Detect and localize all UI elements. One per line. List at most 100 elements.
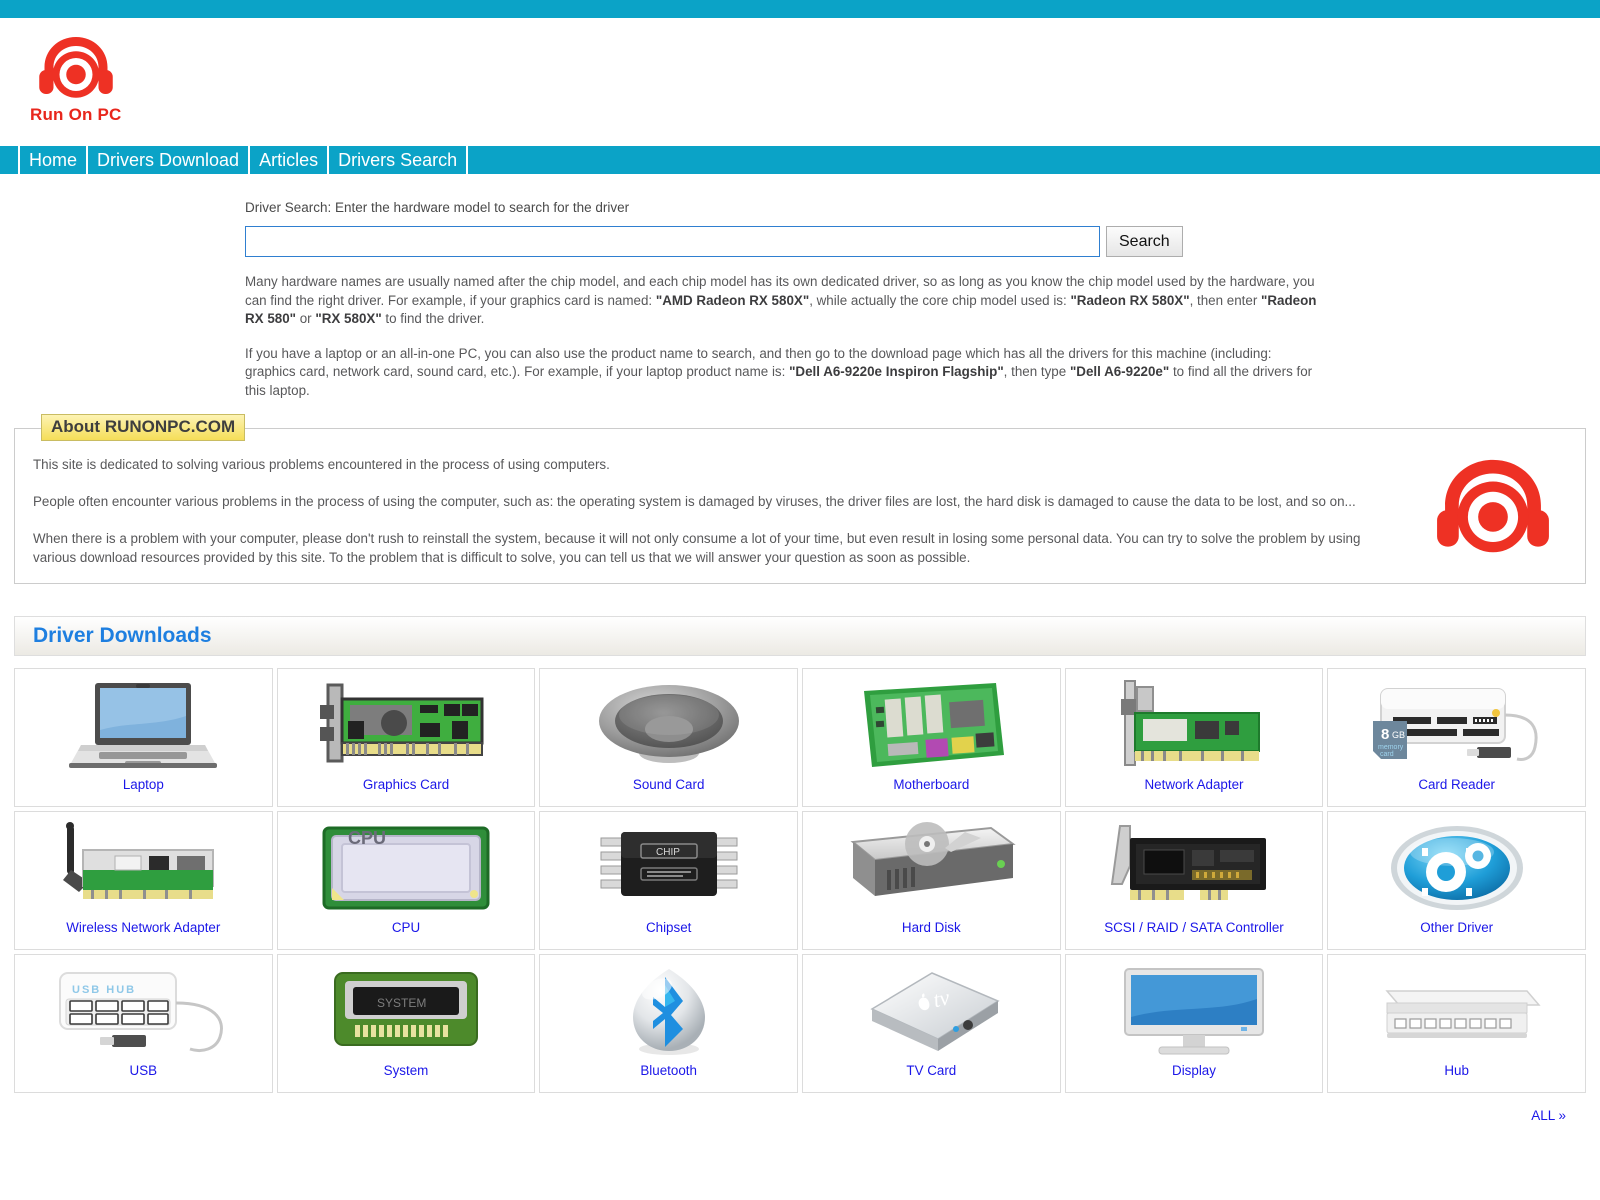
all-link-row: ALL »: [14, 1107, 1566, 1125]
category-card-scsi-raid-sata-controller[interactable]: SCSI / RAID / SATA Controller: [1064, 811, 1324, 950]
all-categories-link[interactable]: ALL »: [1531, 1108, 1566, 1123]
about-headphones-target-logo-icon: [1437, 459, 1549, 553]
search-label: Driver Search: Enter the hardware model …: [245, 200, 630, 215]
nav-item-drivers-search[interactable]: Drivers Search: [327, 146, 469, 174]
help2-bold1: "Dell A6-9220e Inspiron Flagship": [789, 364, 1004, 379]
category-label: TV Card: [906, 1063, 957, 1078]
driver-downloads-section: Driver Downloads Laptop Graphics Card So…: [14, 616, 1586, 1125]
category-label: Graphics Card: [362, 777, 450, 792]
help1-text5: to find the driver.: [381, 311, 485, 326]
help1-text4: or: [296, 311, 316, 326]
about-paragraph-2: People often encounter various problems …: [33, 494, 1356, 509]
category-label: Laptop: [122, 777, 164, 792]
main-navigation: Home Drivers Download Articles Drivers S…: [0, 146, 1600, 174]
usb-hub-icon: USB HUB: [48, 959, 238, 1063]
category-card-bluetooth[interactable]: Bluetooth: [539, 954, 798, 1093]
about-legend: About RUNONPC.COM: [41, 414, 246, 441]
category-card-cpu[interactable]: CPU CPU: [276, 811, 536, 950]
category-label: CPU: [391, 920, 421, 935]
category-card-system[interactable]: SYSTEM System: [276, 954, 536, 1093]
svg-text:memory: memory: [1378, 744, 1404, 751]
category-label: Bluetooth: [640, 1063, 697, 1078]
svg-text:card: card: [1380, 751, 1394, 758]
system-chip-icon: SYSTEM: [321, 959, 491, 1063]
category-card-motherboard[interactable]: Motherboard: [801, 668, 1061, 807]
speaker-icon: [594, 673, 744, 777]
search-help-paragraph-1: Many hardware names are usually named af…: [245, 273, 1320, 329]
about-paragraph-3: When there is a problem with your comput…: [33, 531, 1361, 565]
category-card-hard-disk[interactable]: Hard Disk: [801, 811, 1061, 950]
svg-text:8: 8: [1381, 726, 1389, 743]
tv-box-icon: tv: [846, 959, 1016, 1063]
category-label: Sound Card: [632, 777, 705, 792]
help1-bold1: "AMD Radeon RX 580X": [655, 292, 810, 308]
graphics-card-icon: [316, 673, 496, 777]
category-card-tv-card[interactable]: tv TV Card: [801, 954, 1061, 1093]
category-card-network-adapter[interactable]: Network Adapter: [1064, 668, 1324, 807]
category-card-hub[interactable]: Hub: [1327, 954, 1586, 1093]
category-card-chipset[interactable]: CHIP Chipset: [539, 811, 798, 950]
network-adapter-icon: [1109, 673, 1279, 777]
svg-text:SYSTEM: SYSTEM: [377, 996, 426, 1010]
category-card-graphics-card[interactable]: Graphics Card: [276, 668, 536, 807]
site-logo[interactable]: Run On PC: [30, 32, 122, 125]
help1-text3: , then enter: [1189, 292, 1262, 308]
wireless-network-adapter-icon: [53, 816, 233, 920]
laptop-icon: [63, 673, 223, 777]
motherboard-icon: [846, 673, 1016, 777]
category-card-laptop[interactable]: Laptop: [14, 668, 273, 807]
category-label: Network Adapter: [1144, 777, 1244, 792]
search-row: Search: [245, 226, 1320, 257]
about-paragraph-1: This site is dedicated to solving variou…: [33, 457, 610, 472]
bluetooth-icon: [609, 959, 729, 1063]
category-label: Wireless Network Adapter: [66, 920, 221, 935]
svg-text:GB: GB: [1392, 730, 1405, 740]
nav-item-articles[interactable]: Articles: [248, 146, 330, 174]
nav-item-home[interactable]: Home: [18, 146, 89, 174]
category-label: System: [383, 1063, 429, 1078]
category-card-sound-card[interactable]: Sound Card: [539, 668, 798, 807]
hard-disk-icon: [841, 816, 1021, 920]
scsi-raid-sata-controller-icon: [1104, 816, 1284, 920]
category-label: USB: [129, 1063, 158, 1078]
help2-bold2: "Dell A6-9220e": [1069, 364, 1170, 379]
category-label: Card Reader: [1418, 777, 1495, 792]
site-logo-text: Run On PC: [30, 105, 122, 124]
category-label: Display: [1172, 1063, 1216, 1078]
search-help-paragraph-2: If you have a laptop or an all-in-one PC…: [245, 345, 1320, 401]
help1-bold4: "RX 580X": [315, 311, 382, 326]
help1-text2: , while actually the core chip model use…: [809, 292, 1071, 308]
category-label: Chipset: [645, 920, 692, 935]
svg-text:CPU: CPU: [348, 828, 386, 848]
category-label: SCSI / RAID / SATA Controller: [1104, 920, 1284, 935]
chipset-icon: CHIP: [589, 816, 749, 920]
headphones-target-logo-icon: [39, 37, 113, 98]
driver-downloads-header: Driver Downloads: [14, 616, 1586, 656]
driver-category-grid: Laptop Graphics Card Sound Card Motherbo…: [14, 668, 1586, 1093]
card-reader-icon: 8 GB memory card: [1367, 673, 1547, 777]
category-card-display[interactable]: Display: [1064, 954, 1324, 1093]
category-label: Hub: [1444, 1063, 1469, 1078]
category-card-card-reader[interactable]: 8 GB memory card Card Reader: [1327, 668, 1586, 807]
monitor-icon: [1109, 959, 1279, 1063]
about-box: About RUNONPC.COM This site is dedicated…: [14, 414, 1586, 584]
about-section: About RUNONPC.COM This site is dedicated…: [14, 414, 1586, 584]
help1-bold2: "Radeon RX 580X": [1070, 292, 1190, 308]
category-label: Hard Disk: [901, 920, 961, 935]
gears-disc-icon: [1382, 816, 1532, 920]
driver-search-section: Driver Search: Enter the hardware model …: [0, 174, 1600, 400]
category-label: Other Driver: [1420, 920, 1494, 935]
category-card-usb[interactable]: USB HUB USB: [14, 954, 273, 1093]
nav-item-drivers-download[interactable]: Drivers Download: [86, 146, 251, 174]
category-card-wireless-network-adapter[interactable]: Wireless Network Adapter: [14, 811, 273, 950]
svg-text:USB HUB: USB HUB: [72, 984, 136, 996]
search-button[interactable]: Search: [1106, 226, 1183, 257]
site-header: Run On PC: [0, 18, 1600, 146]
search-input[interactable]: [245, 226, 1100, 257]
driver-downloads-title: Driver Downloads: [33, 624, 212, 647]
cpu-icon: CPU: [316, 816, 496, 920]
help2-text2: , then type: [1003, 364, 1070, 379]
category-card-other-driver[interactable]: Other Driver: [1327, 811, 1586, 950]
category-label: Motherboard: [893, 777, 970, 792]
